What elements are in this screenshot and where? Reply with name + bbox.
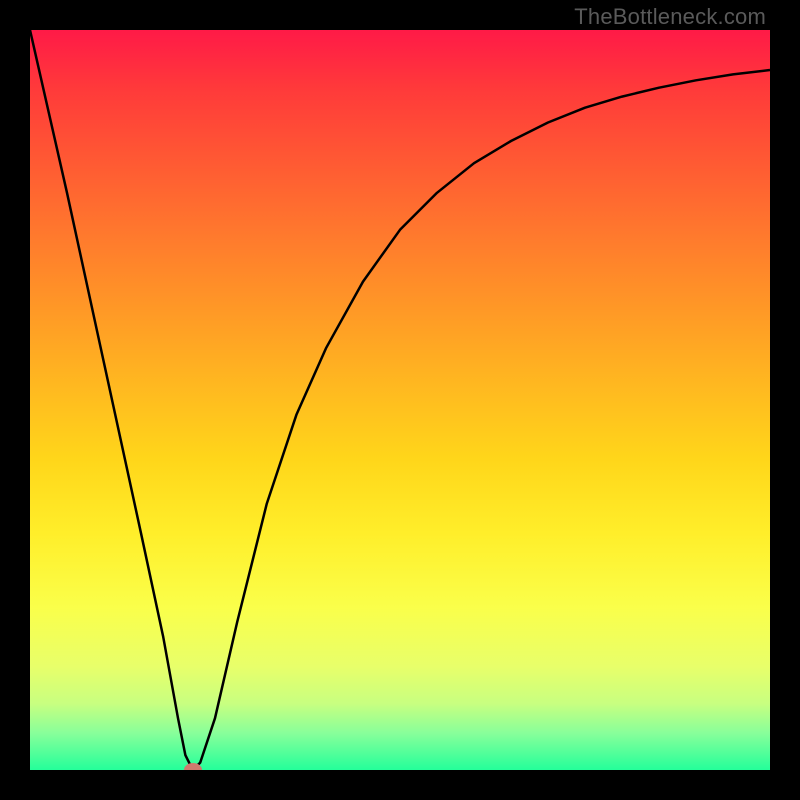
bottleneck-curve	[30, 30, 770, 770]
watermark-text: TheBottleneck.com	[574, 4, 766, 30]
chart-frame: TheBottleneck.com	[0, 0, 800, 800]
plot-area	[30, 30, 770, 770]
minimum-marker	[184, 763, 202, 770]
